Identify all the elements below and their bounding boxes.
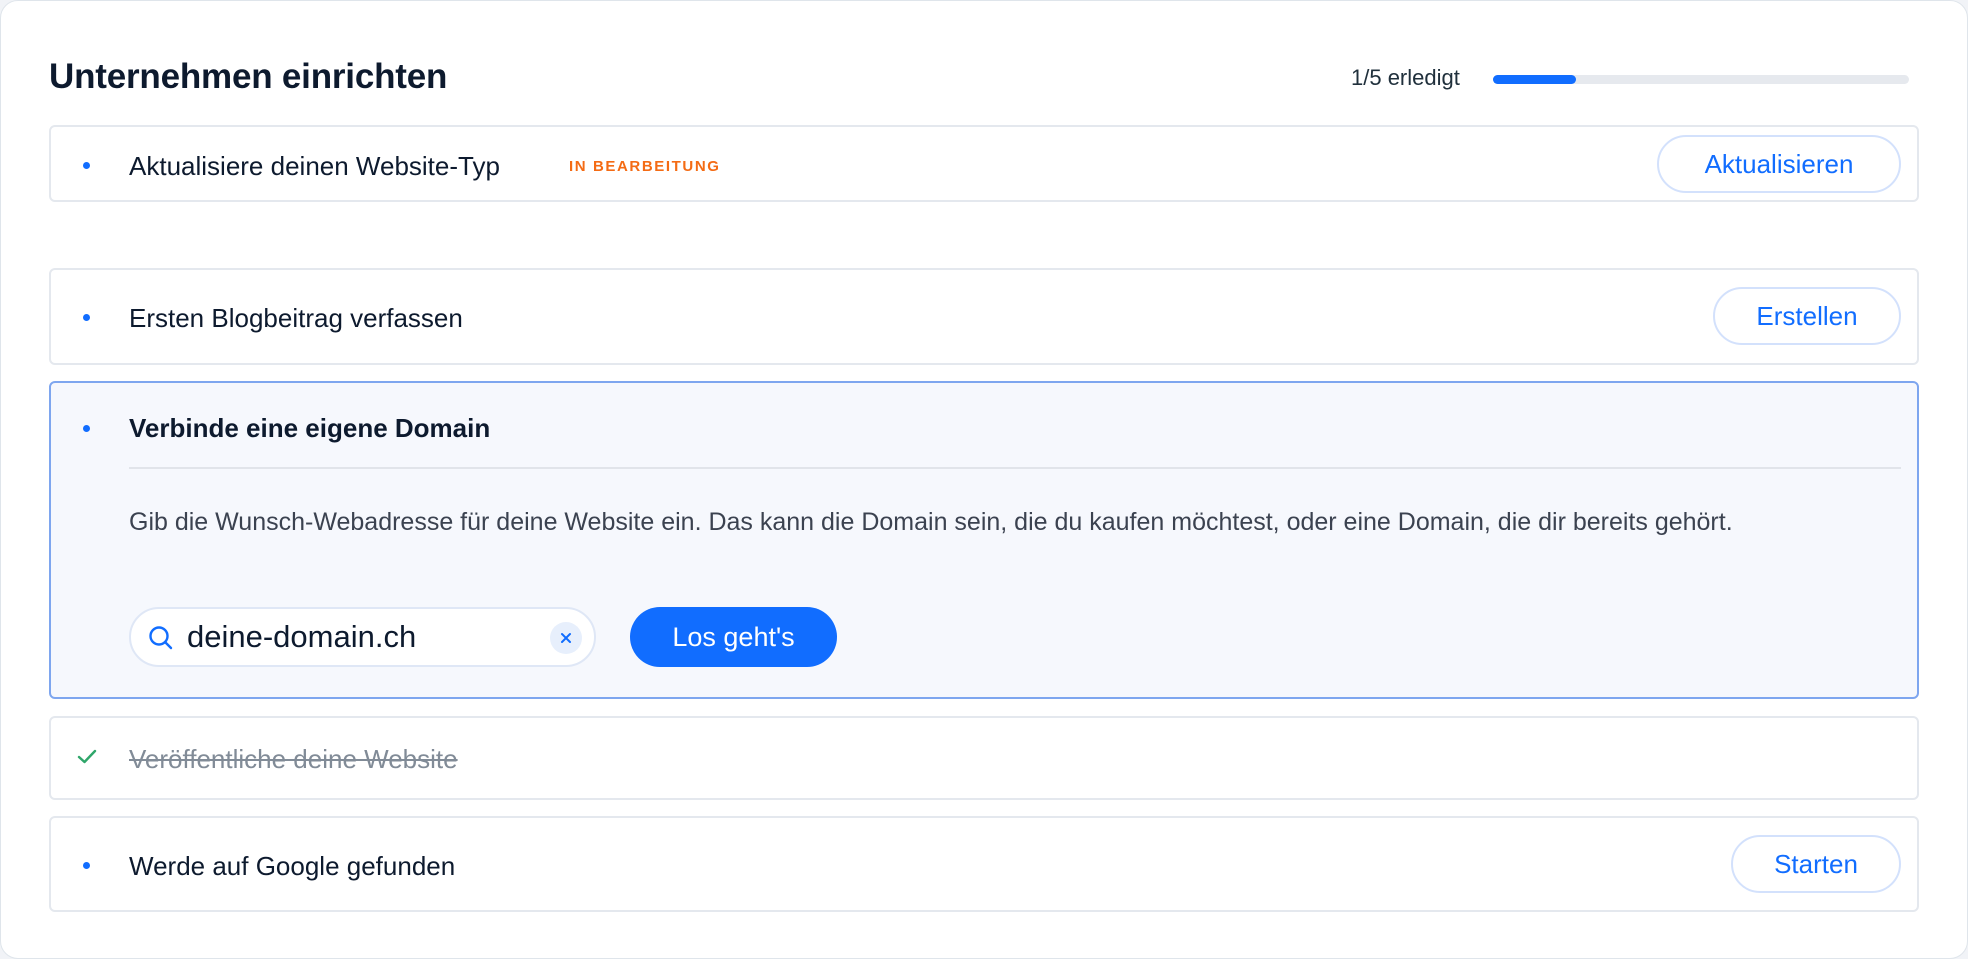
progress-bar-fill — [1493, 75, 1577, 84]
search-icon — [149, 626, 173, 650]
domain-search-field[interactable] — [129, 607, 596, 667]
task-row-website-type: Aktualisiere deinen Website-Typ IN BEARB… — [49, 125, 1919, 202]
start-button[interactable]: Starten — [1731, 835, 1901, 893]
task-row-google: Werde auf Google gefunden Starten — [49, 816, 1919, 912]
clear-button[interactable] — [550, 622, 582, 654]
status-badge: IN BEARBEITUNG — [569, 158, 721, 175]
task-row-publish: Veröffentliche deine Website — [49, 716, 1919, 800]
progress-label: 1/5 erledigt — [1351, 65, 1460, 90]
update-button[interactable]: Aktualisieren — [1657, 135, 1901, 193]
bullet-icon — [83, 162, 90, 169]
task-row-domain: Verbinde eine eigene Domain Gib die Wuns… — [49, 381, 1919, 699]
task-label: Verbinde eine eigene Domain — [129, 413, 491, 443]
bullet-icon — [83, 862, 90, 869]
domain-search-input[interactable] — [187, 617, 527, 657]
clear-icon — [561, 633, 571, 643]
task-label: Werde auf Google gefunden — [129, 851, 456, 881]
check-icon — [77, 749, 97, 764]
progress-bar — [1493, 75, 1909, 84]
task-label: Ersten Blogbeitrag verfassen — [129, 303, 463, 333]
task-row-blog-post: Ersten Blogbeitrag verfassen Erstellen — [49, 268, 1919, 365]
setup-card: Unternehmen einrichten 1/5 erledigt Aktu… — [0, 0, 1968, 959]
divider — [129, 467, 1901, 469]
create-button[interactable]: Erstellen — [1713, 287, 1901, 345]
task-label: Aktualisiere deinen Website-Typ — [129, 151, 500, 181]
lets-go-button[interactable]: Los geht's — [630, 607, 837, 667]
task-label: Veröffentliche deine Website — [129, 744, 458, 774]
bullet-icon — [83, 314, 90, 321]
task-description: Gib die Wunsch-Webadresse für deine Webs… — [129, 508, 1733, 536]
page-title: Unternehmen einrichten — [49, 57, 448, 96]
bullet-icon — [83, 425, 90, 432]
